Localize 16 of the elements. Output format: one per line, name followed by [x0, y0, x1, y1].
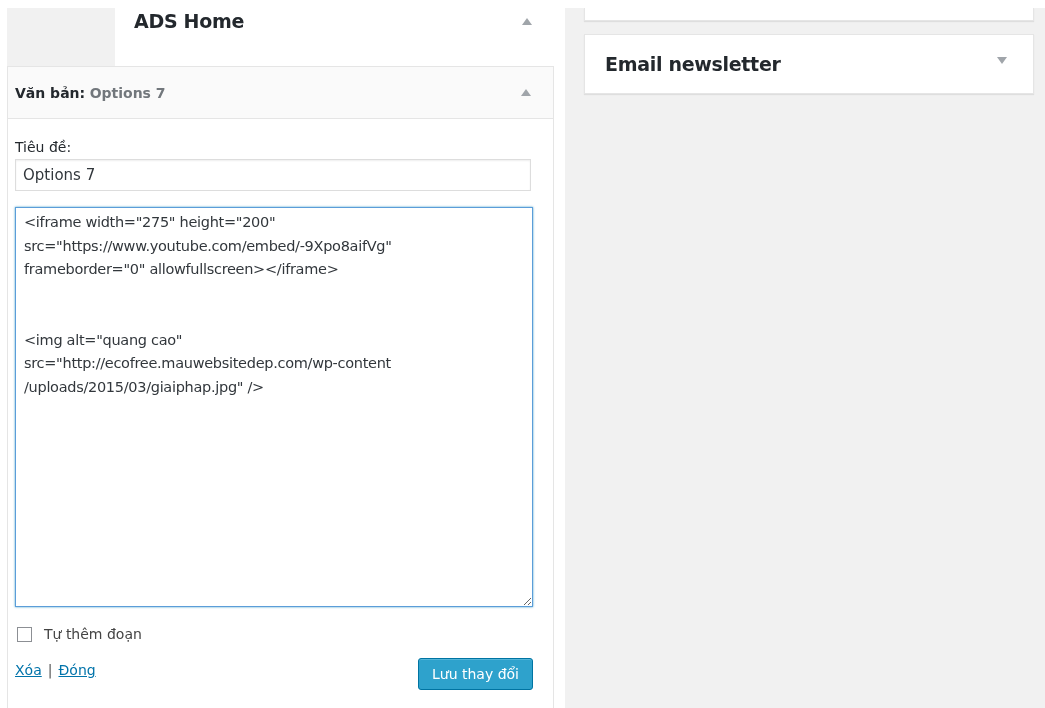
toggle-arrow-icon[interactable]: [997, 56, 1007, 64]
checkbox[interactable]: [17, 626, 32, 642]
widget-header[interactable]: Văn bản: Options 7: [8, 67, 553, 119]
link-separator: |: [47, 662, 53, 678]
close-link[interactable]: Đóng: [58, 662, 96, 678]
widget-title: Email newsletter: [605, 53, 781, 75]
title-field[interactable]: Options 7: [15, 159, 531, 191]
checkbox-label: Tự thêm đoạn: [44, 626, 142, 642]
delete-link[interactable]: Xóa: [15, 662, 42, 678]
widget-card[interactable]: Email newsletter: [584, 34, 1034, 94]
field-label: Tiêu đề:: [15, 139, 73, 155]
widget-title: ADS Home: [134, 10, 244, 32]
widget-title: Văn bản: Options 7: [15, 84, 166, 101]
content-textarea[interactable]: <iframe width="275" height="200" src="https://www.youtube.com/embed/-9Xpo8aifVg" frameborder="0" allowfullscreen></iframe> <img alt="quang cao" src="http://ecofree.mauwebsitedep.com/wp-content /uploads/2015/03/giaiphap.jpg" />: [15, 207, 533, 607]
toggle-arrow-icon[interactable]: [521, 89, 531, 96]
toggle-arrow-icon[interactable]: [522, 18, 532, 25]
